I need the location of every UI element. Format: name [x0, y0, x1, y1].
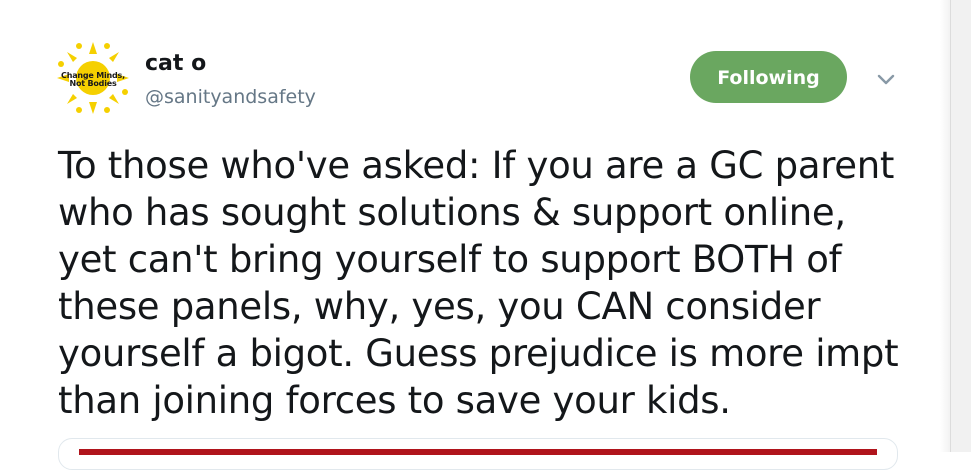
avatar-logo-line2: Not Bodies: [69, 79, 117, 88]
media-image-preview: [79, 449, 877, 455]
tweet-text: To those who've asked: If you are a GC p…: [58, 142, 938, 424]
tweet-text-line: yet can't bring yourself to support BOTH…: [58, 238, 842, 281]
tweet-text-line: who has sought solutions & support onlin…: [58, 191, 846, 234]
scroll-shadow: [940, 0, 950, 452]
tweet-text-line: yourself a bigot. Guess prejudice is mor…: [58, 332, 899, 375]
following-button[interactable]: Following: [690, 51, 847, 103]
scrollbar[interactable]: [950, 0, 971, 452]
tweet-text-line: than joining forces to save your kids.: [58, 379, 731, 422]
more-options-button[interactable]: [870, 66, 902, 94]
media-card[interactable]: [58, 438, 898, 470]
user-handle[interactable]: @sanityandsafety: [145, 86, 316, 108]
tweet-text-line: To those who've asked: If you are a GC p…: [58, 144, 895, 187]
avatar-logo-text: Change Minds, Not Bodies: [55, 72, 131, 88]
chevron-down-icon: [877, 74, 895, 85]
tweet-card: Change Minds, Not Bodies cat o @sanityan…: [0, 0, 950, 470]
avatar[interactable]: Change Minds, Not Bodies: [55, 40, 131, 116]
tweet-text-line: these panels, why, yes, you CAN consider: [58, 285, 821, 328]
user-display-name[interactable]: cat o: [145, 51, 206, 76]
